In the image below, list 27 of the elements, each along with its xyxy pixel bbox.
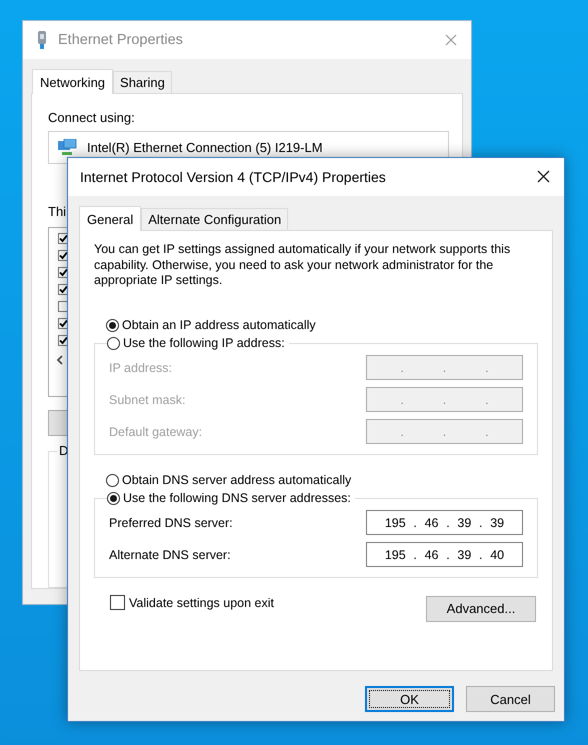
adapter-name: Intel(R) Ethernet Connection (5) I219-LM <box>87 140 323 155</box>
window-title: Ethernet Properties <box>58 32 183 48</box>
ethernet-plug-icon <box>37 31 47 49</box>
connect-using-label: Connect using: <box>48 110 135 125</box>
advanced-button[interactable]: Advanced... <box>426 596 536 622</box>
description-text: You can get IP settings assigned automatically if your network supports this capability. Otherwise, you need to ask your network administrator for the appropriate IP settings. <box>94 242 512 288</box>
tab[interactable]: Sharing <box>113 71 172 93</box>
radio-option[interactable]: Use the following IP address: <box>107 334 289 352</box>
field-label: Subnet mask: <box>109 392 186 406</box>
tab[interactable]: Networking <box>32 69 114 94</box>
ip-address-field[interactable]: 195 . 46 . 39 . 39 <box>366 510 523 535</box>
dialog-title: Internet Protocol Version 4 (TCP/IPv4) Properties <box>80 169 386 185</box>
network-adapter-icon <box>58 138 78 156</box>
ok-button[interactable]: OK <box>365 686 454 712</box>
tab[interactable]: Alternate Configuration <box>141 208 288 230</box>
field-label: Alternate DNS server: <box>109 548 231 562</box>
field-label: Default gateway: <box>109 424 202 438</box>
scroll-left-icon[interactable] <box>56 355 63 365</box>
validate-checkbox[interactable]: Validate settings upon exit <box>110 595 274 610</box>
cancel-button[interactable]: Cancel <box>466 686 555 712</box>
field-label: Preferred DNS server: <box>109 516 233 530</box>
ip-address-field[interactable]: 195 . 46 . 39 . 40 <box>366 542 523 567</box>
tab[interactable]: General <box>79 206 142 231</box>
field-label: IP address: <box>109 360 172 374</box>
components-label: Thi <box>48 204 66 219</box>
radio-option[interactable]: Use the following DNS server addresses: <box>107 490 355 506</box>
close-icon[interactable] <box>537 170 550 183</box>
